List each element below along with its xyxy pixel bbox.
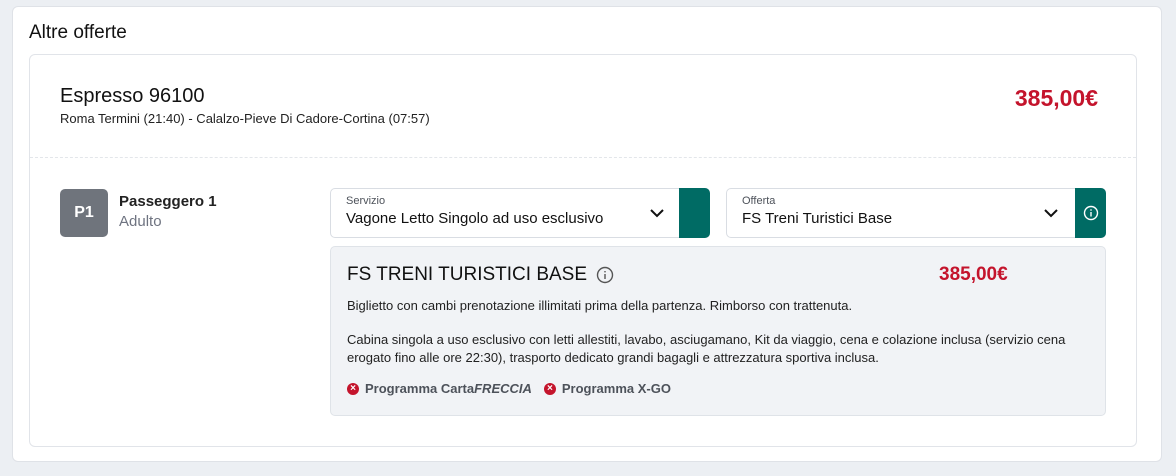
offer-title: FS TRENI TURISTICI BASE [347,264,588,285]
chevron-down-icon [650,209,664,218]
section-title: Altre offerte [29,22,127,43]
offer-detail-box: FS TRENI TURISTICI BASE 385,00€ Bigliett… [330,246,1106,416]
offer-price: 385,00€ [939,264,1008,285]
program-item-xgo: × Programma X-GO [543,381,671,396]
x-circle-icon: × [543,382,556,395]
info-icon [1083,205,1098,221]
program-list: × Programma CartaFRECCIA × Programma X-G… [347,381,671,396]
program-prefix: Programma Carta [365,381,475,396]
x-circle-icon: × [347,382,359,395]
offerta-select[interactable]: Offerta FS Treni Turistici Base [726,188,1106,238]
program-prefix: Programma X-GO [561,381,671,396]
program-item-cartafreccia: × Programma CartaFRECCIA [347,381,532,396]
train-name: Espresso 96100 [60,85,205,107]
train-price: 385,00€ [1014,85,1098,111]
offerta-info-button[interactable] [1075,188,1106,238]
info-icon[interactable] [596,266,614,284]
servizio-select[interactable]: Servizio Vagone Letto Singolo ad uso esc… [330,188,710,238]
program-suffix: FRECCIA [474,381,532,396]
other-offers-panel: Altre offerte Espresso 96100 Roma Termin… [12,6,1162,462]
offerta-label: Offerta [742,195,776,207]
offer-description-2: Cabina singola a uso esclusivo con letti… [347,332,1066,365]
offerta-value: FS Treni Turistici Base [742,210,893,227]
divider [30,157,1136,158]
offer-description-1: Biglietto con cambi prenotazione illimit… [347,298,853,313]
train-offer-card: Espresso 96100 Roma Termini (21:40) - Ca… [29,54,1137,447]
chevron-down-icon [1044,209,1058,218]
passenger-name: Passeggero 1 [119,193,217,210]
servizio-side-block [679,188,710,238]
train-route: Roma Termini (21:40) - Calalzo-Pieve Di … [60,111,430,126]
passenger-badge: P1 [60,189,108,237]
servizio-label: Servizio [346,195,386,207]
passenger-type: Adulto [119,213,162,230]
offer-title-row: FS TRENI TURISTICI BASE [347,264,614,286]
servizio-value: Vagone Letto Singolo ad uso esclusivo [346,210,604,227]
